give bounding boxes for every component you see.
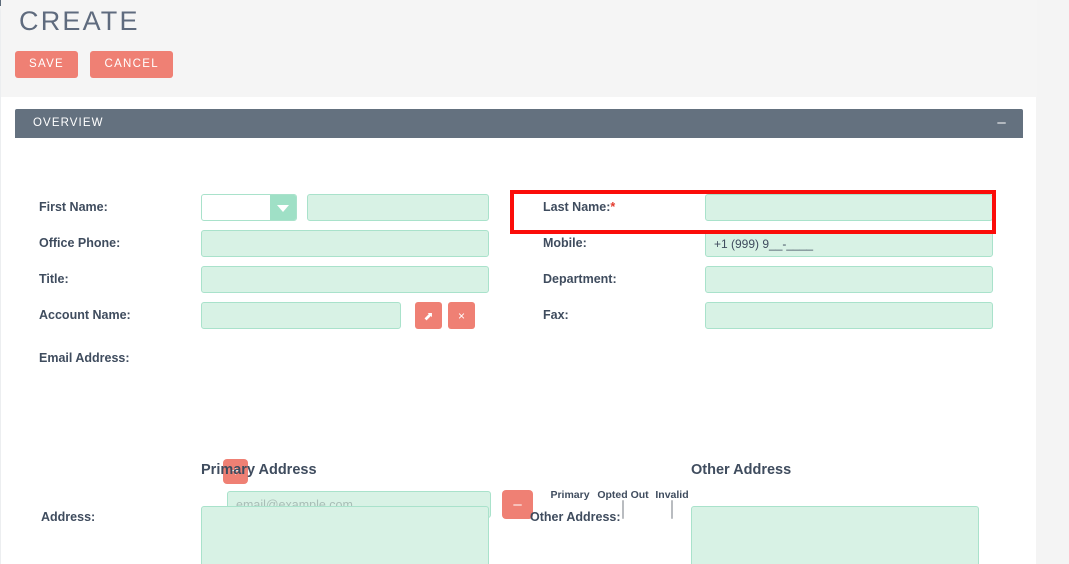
mobile-label: Mobile: xyxy=(543,236,587,250)
first-name-input[interactable] xyxy=(307,194,489,221)
department-input[interactable] xyxy=(705,266,993,293)
content-card: CREATE SAVE CANCEL OVERVIEW – First Name… xyxy=(0,0,1037,564)
title-input[interactable] xyxy=(201,266,489,293)
field-row-mobile: Mobile: xyxy=(519,227,1023,263)
field-row-department: Department: xyxy=(519,263,1023,299)
opted-out-checkbox[interactable] xyxy=(622,500,624,519)
department-label: Department: xyxy=(543,272,617,286)
primary-label: Primary xyxy=(550,489,590,501)
action-button-row: SAVE CANCEL xyxy=(15,51,181,78)
address-textarea[interactable] xyxy=(201,506,489,564)
mobile-input[interactable] xyxy=(705,230,993,257)
clear-icon[interactable]: × xyxy=(448,302,475,329)
account-name-input[interactable] xyxy=(201,302,401,329)
other-address-label: Other Address: xyxy=(530,510,621,524)
overview-panel: OVERVIEW – First Name: Office Phone: Tit… xyxy=(15,109,1023,564)
page-title: CREATE xyxy=(19,6,140,36)
page-root: CREATE SAVE CANCEL OVERVIEW – First Name… xyxy=(0,0,1069,564)
address-label: Address: xyxy=(41,510,96,524)
email-address-label: Email Address: xyxy=(39,351,130,365)
chevron-down-icon[interactable] xyxy=(270,195,296,220)
overview-panel-body: First Name: Office Phone: Title: Account… xyxy=(15,138,1023,564)
arrow-select-icon[interactable]: ⬈ xyxy=(415,302,442,329)
office-phone-label: Office Phone: xyxy=(39,236,121,250)
remove-email-button[interactable]: – xyxy=(502,490,533,519)
title-label: Title: xyxy=(39,272,69,286)
primary-address-heading: Primary Address xyxy=(201,462,317,478)
page-header: CREATE SAVE CANCEL xyxy=(1,0,1037,97)
email-flag-primary: Primary xyxy=(542,489,598,501)
field-row-title: Title: xyxy=(15,263,519,299)
email-flag-invalid: Invalid xyxy=(649,489,695,519)
cancel-button[interactable]: CANCEL xyxy=(90,51,173,78)
office-phone-input[interactable] xyxy=(201,230,489,257)
overview-panel-title: OVERVIEW xyxy=(33,117,104,129)
salutation-select[interactable] xyxy=(201,194,297,221)
field-row-office-phone: Office Phone: xyxy=(15,227,519,263)
overview-panel-header: OVERVIEW – xyxy=(15,109,1023,138)
minus-icon[interactable]: – xyxy=(994,115,1009,131)
invalid-checkbox[interactable] xyxy=(671,500,673,519)
field-row-last-name: Last Name:* xyxy=(519,191,1023,227)
save-button[interactable]: SAVE xyxy=(15,51,79,78)
last-name-input[interactable] xyxy=(705,194,993,221)
last-name-label: Last Name:* xyxy=(543,200,616,214)
first-name-label: First Name: xyxy=(39,200,108,214)
field-row-fax: Fax: xyxy=(519,299,1023,335)
fax-input[interactable] xyxy=(705,302,993,329)
other-address-heading: Other Address xyxy=(691,462,792,478)
field-row-account-name: Account Name: ⬈ × xyxy=(15,299,519,335)
account-name-label: Account Name: xyxy=(39,308,131,322)
field-row-first-name: First Name: xyxy=(15,191,519,227)
other-address-textarea[interactable] xyxy=(691,506,979,564)
fax-label: Fax: xyxy=(543,308,569,322)
required-marker: * xyxy=(610,200,616,214)
